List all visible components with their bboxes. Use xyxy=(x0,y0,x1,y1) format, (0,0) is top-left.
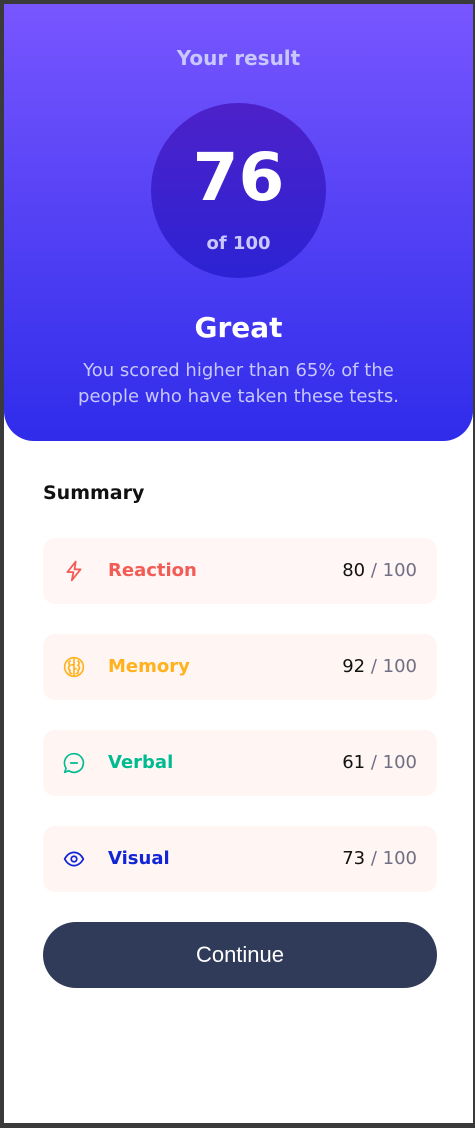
summary-item-verbal: Verbal 61 / 100 xyxy=(43,730,437,796)
score-circle: 76 of 100 xyxy=(151,103,326,278)
eye-icon xyxy=(63,851,85,867)
continue-button[interactable]: Continue xyxy=(43,922,437,988)
score-separator: / xyxy=(370,656,377,677)
score-max: 100 xyxy=(382,752,417,773)
score-max: 100 xyxy=(382,560,417,581)
summary-item-label: Memory xyxy=(108,656,190,677)
score-number: 80 xyxy=(342,560,366,581)
score-max: 100 xyxy=(382,656,417,677)
summary-item-label: Reaction xyxy=(108,560,197,581)
result-message: You scored higher than 65% of the people… xyxy=(78,360,399,407)
result-heading: Your result xyxy=(176,46,301,70)
summary-item-visual: Visual 73 / 100 xyxy=(43,826,437,892)
summary-item-label: Verbal xyxy=(108,752,174,773)
score-max: 100 xyxy=(382,848,417,869)
results-card: Your result 76 of 100 Great You scored h… xyxy=(4,4,473,1123)
summary-item-reaction: Reaction 80 / 100 xyxy=(43,538,437,604)
summary-item-label: Visual xyxy=(108,848,170,869)
score-separator: / xyxy=(370,560,377,581)
score-value: 76 xyxy=(192,139,285,216)
score-number: 73 xyxy=(342,848,366,869)
summary-item-score: 61 / 100 xyxy=(342,752,417,774)
score-number: 61 xyxy=(342,752,366,773)
summary-item-score: 80 / 100 xyxy=(342,560,417,582)
chat-bubble-icon xyxy=(63,752,85,774)
brain-icon xyxy=(63,656,85,678)
summary-item-score: 73 / 100 xyxy=(342,848,417,870)
score-out-of: of 100 xyxy=(206,233,271,254)
score-number: 92 xyxy=(342,656,366,677)
rating-label: Great xyxy=(194,311,283,344)
summary-item-score: 92 / 100 xyxy=(342,656,417,678)
score-separator: / xyxy=(370,752,377,773)
summary-item-memory: Memory 92 / 100 xyxy=(43,634,437,700)
summary-heading: Summary xyxy=(43,482,145,504)
result-panel: Your result 76 of 100 Great You scored h… xyxy=(4,4,473,441)
lightning-icon xyxy=(66,560,82,582)
score-separator: / xyxy=(370,848,377,869)
